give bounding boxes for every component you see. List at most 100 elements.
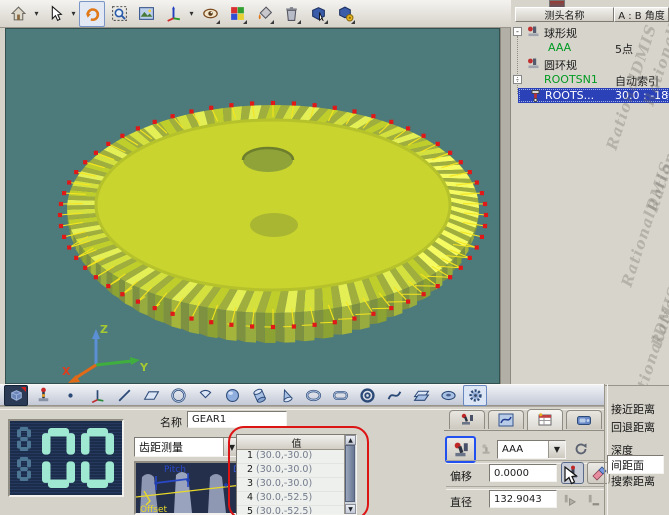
value-list-scrollbar[interactable]: ▲ ▼ (344, 435, 356, 514)
probe-select-value: AAA (498, 444, 548, 455)
tree-row[interactable]: AAA5点 (511, 40, 669, 56)
tree-row[interactable]: -ROOTSN1自动索引 (511, 72, 669, 88)
diameter-input[interactable]: 132.9043 (489, 490, 557, 508)
axes-triad: Z Y X (54, 317, 154, 384)
tree-expand-toggle[interactable]: - (513, 27, 522, 36)
sphere-feature-icon[interactable] (220, 385, 244, 406)
value-row-value: (30.0,-52.5) (256, 492, 312, 505)
feature-toolbar (0, 384, 604, 406)
tab-curve[interactable] (488, 410, 524, 429)
probe-tree: -球形规AAA5点圆环规-ROOTSN1自动索引ROOTS...30.0 : -… (511, 24, 669, 104)
disc-feature-icon[interactable] (436, 385, 460, 406)
dropdown-caret-icon[interactable]: ▾ (187, 9, 196, 18)
value-row-index: 2 (237, 464, 256, 477)
probe-mode-icon[interactable] (31, 385, 55, 406)
name-label: 名称 (160, 414, 182, 430)
rotate-view-icon[interactable] (79, 1, 105, 27)
vertical-divider (604, 384, 608, 515)
pick-element-icon[interactable] (305, 1, 331, 27)
axis-z-label: Z (100, 323, 108, 336)
tree-row[interactable]: -球形规 (511, 24, 669, 40)
csys-feature-icon[interactable] (85, 385, 109, 406)
probe-ghost-icon[interactable] (479, 441, 495, 457)
value-row[interactable]: 3(30.0,-30.0) (237, 478, 356, 492)
tree-item-label: ROOTS... (545, 89, 594, 102)
measure-point-button[interactable] (561, 462, 584, 484)
zoom-window-icon[interactable] (106, 1, 132, 27)
measured-feature-cube-icon[interactable] (4, 385, 28, 406)
column-probe-name[interactable]: 测头名称 (515, 7, 614, 22)
probe-icon (527, 57, 540, 73)
arc-feature-icon[interactable] (193, 385, 217, 406)
value-row-value: (30.0,-30.0) (256, 450, 312, 463)
view-orientation-icon[interactable] (197, 1, 223, 27)
value-row-value: (30.0,-30.0) (256, 464, 312, 477)
cone-feature-icon[interactable] (274, 385, 298, 406)
axis-x-label: X (62, 365, 71, 378)
tab-device[interactable] (566, 410, 602, 429)
tab-probe[interactable] (449, 410, 485, 429)
gear-measure-panel: 名称 GEAR1 齿距测量 ▼ Pitch Offset D (0, 406, 669, 515)
scroll-up-icon[interactable]: ▲ (345, 435, 356, 445)
gear-feature-icon[interactable] (463, 385, 487, 406)
value-row-index: 1 (237, 450, 256, 463)
tree-row[interactable]: 圆环规 (511, 56, 669, 72)
name-input[interactable]: GEAR1 (187, 411, 287, 428)
probe-measure-button[interactable] (445, 436, 476, 463)
delete-icon[interactable] (278, 1, 304, 27)
slot-feature-icon[interactable] (328, 385, 352, 406)
offset-input[interactable]: 0.0000 (489, 464, 557, 482)
param-label: 接近距离 (611, 401, 655, 417)
select-cursor-icon[interactable] (42, 1, 68, 27)
param-label: 搜索距离 (611, 473, 655, 489)
coordinate-system-icon[interactable] (160, 1, 186, 27)
tab-table[interactable] (527, 409, 563, 430)
diameter-label: 直径 (450, 494, 472, 510)
tree-row[interactable]: ROOTS...30.0 : -180... (511, 88, 669, 104)
render-mode-icon[interactable] (251, 1, 277, 27)
probe-icon (527, 25, 540, 41)
refresh-icon[interactable] (571, 439, 591, 459)
dropdown-caret-icon[interactable]: ▾ (32, 9, 41, 18)
plane-feature-icon[interactable] (139, 385, 163, 406)
scroll-thumb[interactable] (345, 445, 355, 502)
panel-splitter[interactable] (500, 28, 511, 384)
3d-viewport[interactable]: Z Y X (5, 28, 500, 384)
circle-feature-icon[interactable] (166, 385, 190, 406)
value-row[interactable]: 5(30.0,-52.5) (237, 506, 356, 515)
dropdown-arrow-icon[interactable]: ▼ (548, 441, 565, 458)
dropdown-caret-icon[interactable]: ▾ (69, 9, 78, 18)
home-icon[interactable] (5, 1, 31, 27)
element-settings-icon[interactable] (332, 1, 358, 27)
cylinder-feature-icon[interactable] (247, 385, 271, 406)
spacing-face-field[interactable]: 间距面 (607, 455, 664, 474)
watermark-text: RationalDMIS (618, 159, 669, 289)
tree-header: 测头名称 A : B 角度 (515, 7, 669, 22)
fit-view-icon[interactable] (133, 1, 159, 27)
value-list[interactable]: 值 1(30.0,-30.0)2(30.0,-30.0)3(30.0,-30.0… (236, 434, 357, 515)
surface-feature-icon[interactable] (409, 385, 433, 406)
display-colors-icon[interactable] (224, 1, 250, 27)
column-ab-angle[interactable]: A : B 角度 (614, 7, 669, 22)
value-row[interactable]: 2(30.0,-30.0) (237, 464, 356, 478)
watermark-text: RationalDMIS (626, 284, 669, 386)
probe-select[interactable]: AAA ▼ (497, 440, 566, 459)
value-row-index: 3 (237, 478, 256, 491)
axis-y-label: Y (139, 361, 149, 374)
ellipse-feature-icon[interactable] (301, 385, 325, 406)
offset-label: Offset (140, 505, 168, 513)
tree-item-value: 5点 (615, 41, 633, 57)
point-feature-icon[interactable] (58, 385, 82, 406)
measure-mode-select[interactable]: 齿距测量 ▼ (134, 437, 241, 457)
curve-feature-icon[interactable] (382, 385, 406, 406)
line-feature-icon[interactable] (112, 385, 136, 406)
value-row-value: (30.0,-52.5) (256, 506, 312, 515)
scroll-down-icon[interactable]: ▼ (345, 504, 356, 514)
measure-mode-value: 齿距测量 (135, 439, 223, 455)
rationaldmis-window: ▾▾▾ Z Y X 测头名称 A : B 角度 -球形规AAA5点圆环规-ROO… (0, 0, 669, 515)
torus-feature-icon[interactable] (355, 385, 379, 406)
run-disabled-icon (560, 491, 578, 509)
value-row[interactable]: 4(30.0,-52.5) (237, 492, 356, 506)
value-row[interactable]: 1(30.0,-30.0) (237, 450, 356, 464)
tree-item-value: 自动索引 (615, 73, 659, 89)
